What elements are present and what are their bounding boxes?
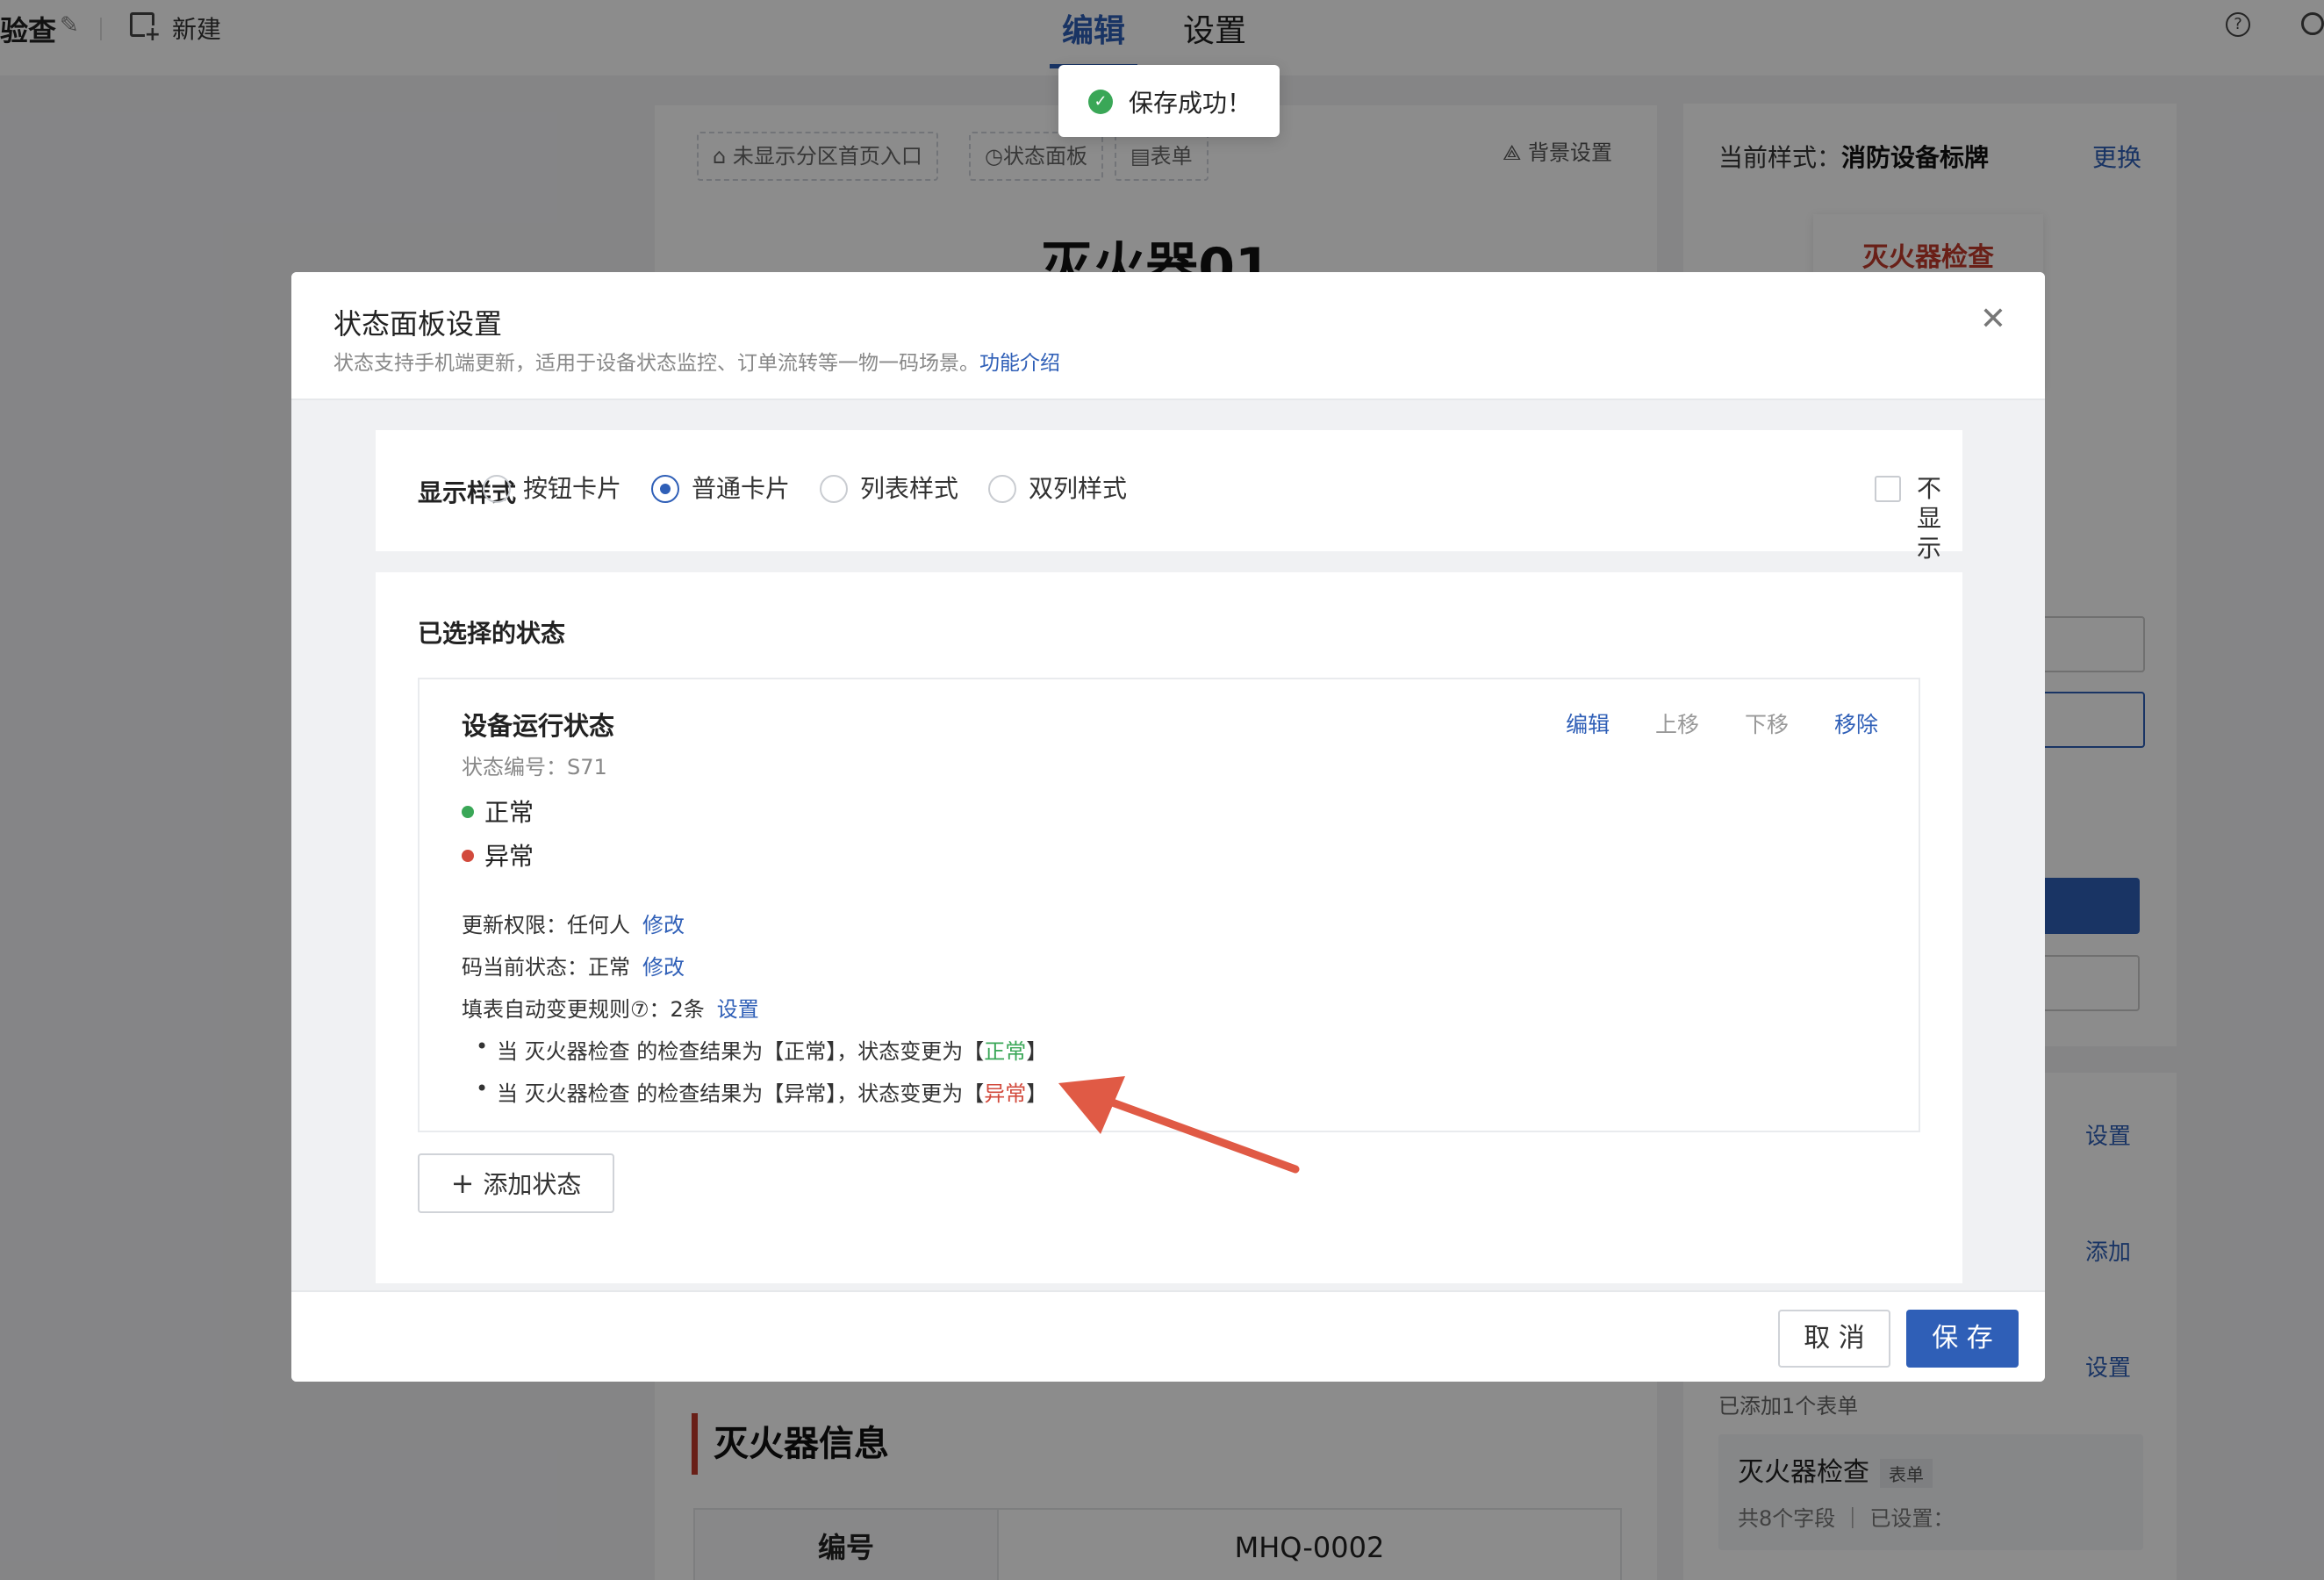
rule-item: 当 灭火器检查 的检查结果为【正常】，状态变更为【正常】	[476, 1034, 1047, 1065]
close-icon[interactable]: ✕	[1980, 304, 2006, 335]
rule-item: 当 灭火器检查 的检查结果为【异常】，状态变更为【异常】	[476, 1076, 1047, 1107]
move-down-button[interactable]: 下移	[1745, 712, 1789, 737]
radio-circle-checked	[651, 475, 679, 503]
modify-current-link[interactable]: 修改	[642, 955, 685, 980]
remove-button[interactable]: 移除	[1834, 712, 1878, 737]
plus-icon: +	[450, 1167, 475, 1200]
dialog-title: 状态面板设置	[334, 307, 503, 341]
radio-button-card[interactable]: 按钮卡片	[483, 474, 621, 504]
auto-change-rule: 填表自动变更规则⑦：2条 设置	[462, 997, 759, 1022]
dialog-subtitle: 状态支持手机端更新，适用于设备状态监控、订单流转等一物一码场景。功能介绍	[334, 352, 1060, 375]
status-code: 状态编号：S71	[462, 755, 607, 779]
display-style-card: 显示样式 按钮卡片 普通卡片 列表样式 双列样式 不显示	[376, 430, 1962, 563]
selected-status-title: 已选择的状态	[418, 619, 566, 648]
radio-circle	[988, 475, 1016, 503]
status-value-normal: 正常	[462, 794, 534, 829]
modify-permission-link[interactable]: 修改	[642, 913, 685, 937]
checkbox-box	[1875, 476, 1901, 502]
status-actions: 编辑 上移 下移 移除	[1527, 707, 1878, 739]
red-dot-icon	[462, 850, 474, 862]
success-toast: ✓ 保存成功！	[1058, 65, 1280, 137]
edit-button[interactable]: 编辑	[1566, 712, 1610, 737]
dialog-footer: 取 消 保 存	[291, 1290, 2045, 1382]
selected-status-card: 已选择的状态 设备运行状态 状态编号：S71 编辑 上移 下移 移除 正常 异常…	[376, 572, 1962, 1283]
radio-normal-card[interactable]: 普通卡片	[651, 474, 790, 504]
feature-intro-link[interactable]: 功能介绍	[979, 352, 1060, 375]
add-status-button[interactable]: + 添加状态	[418, 1153, 614, 1213]
radio-circle	[820, 475, 848, 503]
hide-checkbox[interactable]: 不显示	[1875, 474, 1962, 564]
radio-list-style[interactable]: 列表样式	[820, 474, 958, 504]
radio-circle	[483, 475, 511, 503]
current-status: 码当前状态：正常 修改	[462, 955, 685, 980]
rule-setting-link[interactable]: 设置	[717, 997, 759, 1022]
save-button[interactable]: 保 存	[1906, 1310, 2019, 1368]
move-up-button[interactable]: 上移	[1655, 712, 1699, 737]
update-permission: 更新权限：任何人 修改	[462, 913, 685, 937]
status-value-abnormal: 异常	[462, 837, 534, 873]
status-panel-dialog: 状态面板设置 状态支持手机端更新，适用于设备状态监控、订单流转等一物一码场景。功…	[291, 272, 2045, 1382]
check-circle-icon: ✓	[1088, 90, 1113, 114]
green-dot-icon	[462, 806, 474, 818]
status-item: 设备运行状态 状态编号：S71 编辑 上移 下移 移除 正常 异常 更新权限：任…	[418, 678, 1920, 1132]
dialog-header: 状态面板设置 状态支持手机端更新，适用于设备状态监控、订单流转等一物一码场景。功…	[291, 272, 2045, 400]
radio-two-column[interactable]: 双列样式	[988, 474, 1127, 504]
toast-message: 保存成功！	[1129, 89, 1252, 118]
cancel-button[interactable]: 取 消	[1778, 1310, 1890, 1368]
status-name: 设备运行状态	[462, 711, 615, 741]
